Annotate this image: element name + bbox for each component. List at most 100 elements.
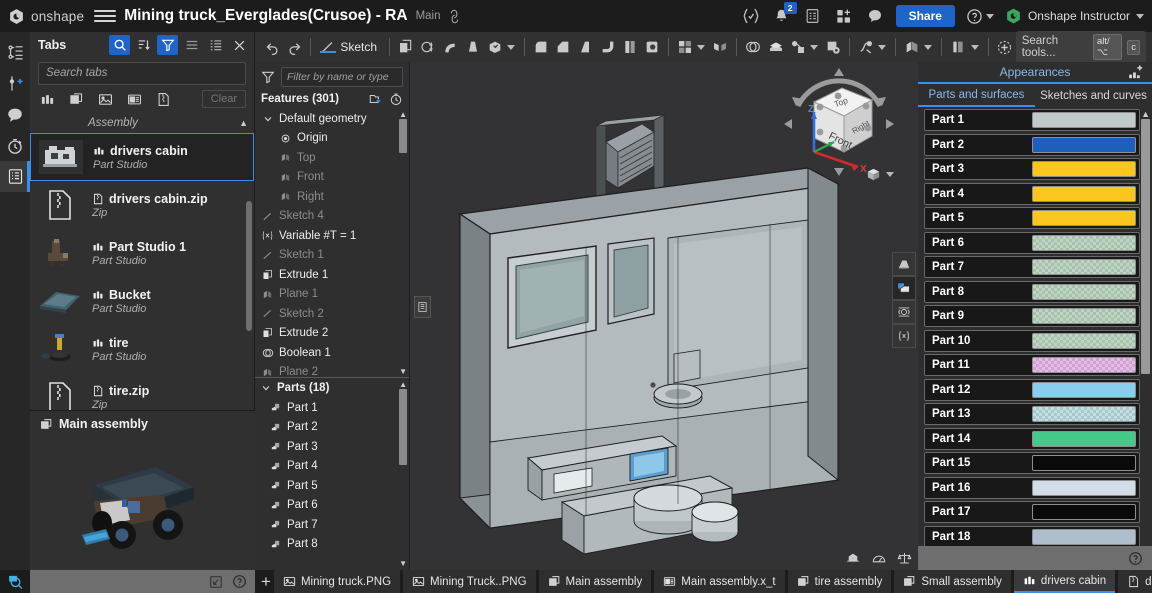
- rail-item-comments[interactable]: [0, 99, 30, 130]
- draft-button[interactable]: [574, 34, 596, 60]
- feature-row-sketch-4[interactable]: Sketch 4: [255, 207, 409, 227]
- part-row-1[interactable]: Part 1: [255, 398, 409, 418]
- appearance-row[interactable]: Part 3: [924, 158, 1140, 180]
- chevron-down-icon[interactable]: ▼: [399, 559, 407, 568]
- rail-item-insert[interactable]: [0, 68, 30, 99]
- reference-button[interactable]: [993, 34, 1015, 60]
- onshape-logo[interactable]: onshape: [8, 8, 84, 25]
- feature-row-sketch-1[interactable]: Sketch 1: [255, 246, 409, 266]
- rollback-icon[interactable]: [389, 92, 403, 106]
- tabs-sort-button[interactable]: [133, 35, 154, 55]
- tab-item-drivers-cabin[interactable]: drivers cabin Part Studio: [30, 133, 254, 181]
- mass-properties-icon[interactable]: [897, 551, 912, 565]
- notifications-icon[interactable]: 2: [772, 2, 797, 26]
- filter-icon[interactable]: [261, 70, 275, 84]
- sweep-button[interactable]: [439, 34, 461, 60]
- part-row-2[interactable]: Part 2: [255, 418, 409, 438]
- help-icon[interactable]: [232, 574, 247, 589]
- feature-row-plane-2[interactable]: Plane 2: [255, 363, 409, 377]
- part-row-3[interactable]: Part 3: [255, 437, 409, 457]
- tabs-search-button[interactable]: [109, 35, 130, 55]
- filter-assembly-icon[interactable]: [69, 92, 84, 107]
- color-swatch[interactable]: [1032, 528, 1136, 545]
- comments-icon[interactable]: [865, 6, 885, 26]
- resize-icon[interactable]: [209, 575, 223, 589]
- add-tab-button[interactable]: +: [261, 571, 271, 593]
- appearance-row[interactable]: Part 18: [924, 525, 1140, 548]
- chevron-down-icon[interactable]: [924, 44, 933, 50]
- appearance-row[interactable]: Part 11: [924, 354, 1140, 376]
- feature-filter-input[interactable]: Filter by name or type: [281, 67, 403, 87]
- part-row-5[interactable]: Part 5: [255, 476, 409, 496]
- color-swatch[interactable]: [1032, 430, 1136, 447]
- filter-image-icon[interactable]: [98, 92, 113, 107]
- appearance-row[interactable]: Part 8: [924, 280, 1140, 303]
- feature-row-extrude-2[interactable]: Extrude 2: [255, 324, 409, 344]
- color-swatch[interactable]: [1032, 161, 1136, 177]
- tabs-filter-button[interactable]: [157, 35, 178, 55]
- transform-button[interactable]: [787, 34, 809, 60]
- parts-list-scrollbar[interactable]: [399, 389, 407, 465]
- filter-part-studio-icon[interactable]: [40, 92, 55, 107]
- appearance-row[interactable]: Part 5: [924, 207, 1140, 229]
- cad-viewport[interactable]: Top Front Right Z X: [410, 62, 918, 570]
- undo-button[interactable]: [261, 34, 283, 60]
- appearance-row[interactable]: Part 14: [924, 427, 1140, 450]
- appearance-row[interactable]: Part 6: [924, 231, 1140, 254]
- bottom-tab-drivers-cabin[interactable]: drivers cabin: [1013, 570, 1116, 593]
- part-row-8[interactable]: Part 8: [255, 535, 409, 555]
- appearance-row[interactable]: Part 9: [924, 305, 1140, 327]
- redo-button[interactable]: [283, 34, 305, 60]
- color-swatch[interactable]: [1032, 136, 1136, 153]
- rail-item-feature-list[interactable]: [0, 37, 30, 68]
- appearance-row[interactable]: Part 7: [924, 256, 1140, 278]
- tab-item-bucket[interactable]: Bucket Part Studio: [30, 277, 254, 325]
- pattern-button[interactable]: [674, 34, 696, 60]
- appearances-scrollbar[interactable]: [1141, 119, 1150, 374]
- view-cube[interactable]: Top Front Right Z X: [780, 64, 898, 182]
- tab-sketches-and-curves[interactable]: Sketches and curves: [1035, 84, 1152, 107]
- tab-parts-and-surfaces[interactable]: Parts and surfaces: [918, 84, 1035, 107]
- appearance-row[interactable]: Part 1: [924, 109, 1140, 131]
- split-button[interactable]: [765, 34, 787, 60]
- extrude-button[interactable]: [395, 34, 417, 60]
- color-swatch[interactable]: [1032, 479, 1136, 496]
- mirror-button[interactable]: [709, 34, 731, 60]
- rib-button[interactable]: [619, 34, 641, 60]
- bottom-tab-mining-truck-png[interactable]: Mining truck.PNG: [273, 570, 401, 593]
- filter-drawing-icon[interactable]: [127, 92, 142, 107]
- color-swatch[interactable]: [1032, 332, 1136, 349]
- color-swatch[interactable]: [1032, 210, 1136, 226]
- feature-row-origin[interactable]: Origin: [255, 129, 409, 149]
- tabs-close-button[interactable]: [229, 35, 250, 55]
- tab-item-part-studio-1[interactable]: Part Studio 1 Part Studio: [30, 229, 254, 277]
- tab-item-drivers-cabin-zip[interactable]: drivers cabin.zip Zip: [30, 181, 254, 229]
- appearance-row[interactable]: Part 2: [924, 133, 1140, 156]
- workspace-name[interactable]: Main: [416, 10, 441, 22]
- tabs-search-input[interactable]: Search tabs: [38, 62, 246, 85]
- tasks-icon[interactable]: [803, 6, 823, 26]
- tabs-group-header[interactable]: Assembly ▲: [30, 113, 254, 133]
- color-swatch[interactable]: [1032, 406, 1136, 422]
- view-gauge-icon[interactable]: [871, 551, 887, 565]
- view-preset-dropdown[interactable]: [865, 166, 894, 183]
- tabs-clear-button[interactable]: Clear: [201, 90, 246, 108]
- plane-button[interactable]: [901, 34, 923, 60]
- feature-row-plane-1[interactable]: Plane 1: [255, 285, 409, 305]
- bottom-tab-main-assembly[interactable]: Main assembly: [538, 570, 652, 593]
- chevron-down-icon[interactable]: [697, 44, 706, 50]
- part-row-7[interactable]: Part 7: [255, 515, 409, 535]
- revolve-button[interactable]: [417, 34, 439, 60]
- appearance-row[interactable]: Part 13: [924, 403, 1140, 425]
- hide-variables-icon[interactable]: [892, 324, 916, 348]
- hamburger-icon[interactable]: [94, 6, 117, 26]
- tabs-detail-view-button[interactable]: [205, 35, 226, 55]
- color-swatch[interactable]: [1032, 504, 1136, 520]
- rail-item-history[interactable]: [0, 130, 30, 161]
- search-tools-button[interactable]: Search tools... alt/⌥ c: [1015, 31, 1146, 63]
- hole-button[interactable]: [641, 34, 663, 60]
- appearance-row[interactable]: Part 17: [924, 501, 1140, 523]
- bottom-tab-drivers-cabin-zip[interactable]: drivers cabi: [1118, 570, 1152, 593]
- color-swatch[interactable]: [1032, 283, 1136, 300]
- appearance-row[interactable]: Part 15: [924, 452, 1140, 474]
